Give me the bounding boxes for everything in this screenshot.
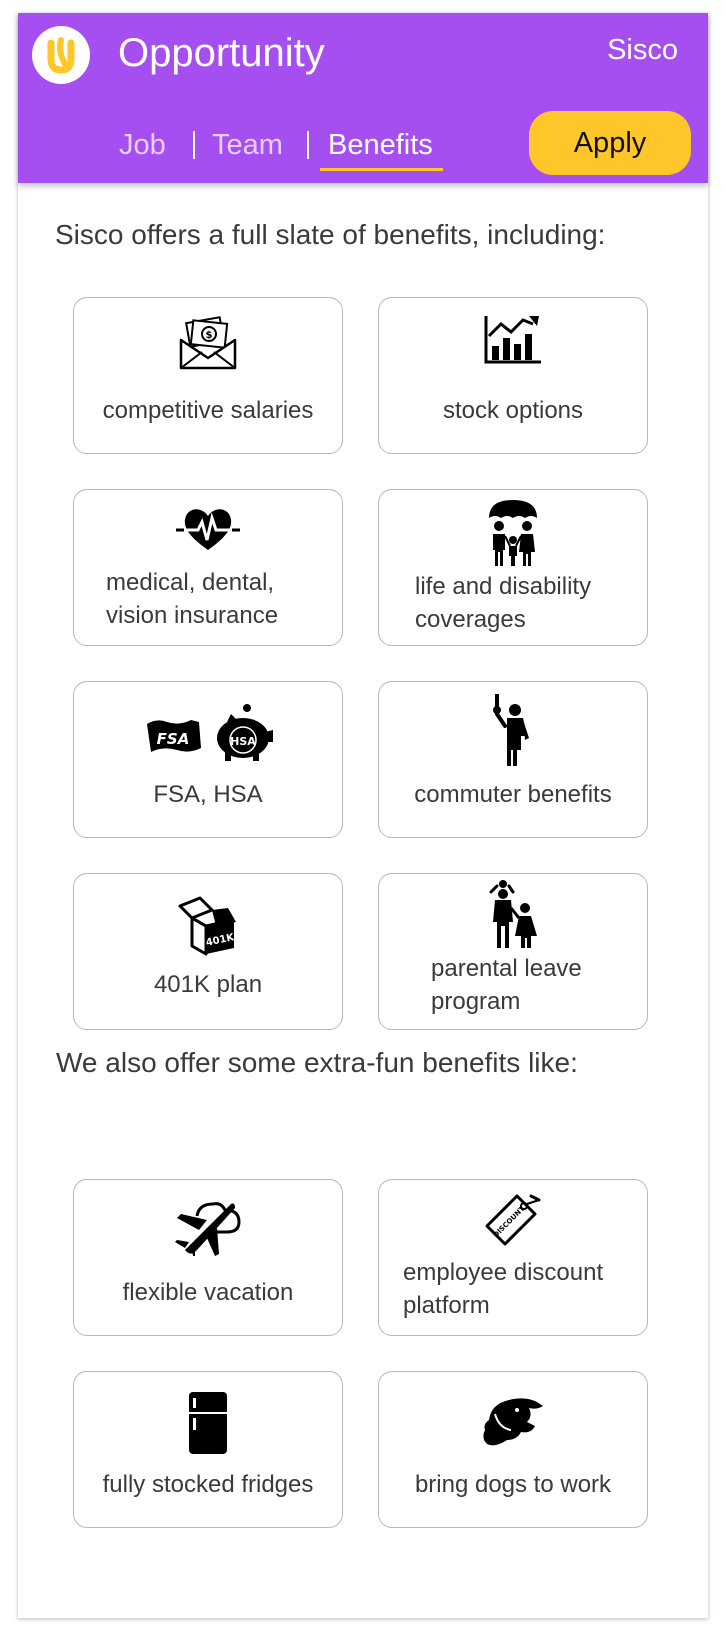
benefit-label: commuter benefits	[414, 781, 612, 808]
app-title: Opportunity	[118, 31, 325, 75]
benefit-card-stock: stock options	[378, 297, 648, 454]
benefit-card-medical: medical, dental, vision insurance	[73, 489, 343, 646]
svg-text:$: $	[206, 330, 213, 341]
tab-divider	[307, 131, 309, 159]
benefit-card-parental: parental leave program	[378, 873, 648, 1030]
fsa-badge-text: FSA	[157, 730, 190, 748]
tab-benefits[interactable]: Benefits	[320, 125, 443, 171]
box-401k-icon: 401K	[74, 896, 342, 966]
fridge-icon	[74, 1390, 342, 1460]
extra-card-discount: DISCOUNT employee discount platform	[378, 1179, 648, 1336]
benefit-label: fully stocked fridges	[102, 1471, 314, 1498]
heartbeat-icon	[74, 504, 342, 574]
extra-card-vacation: flexible vacation	[73, 1179, 343, 1336]
benefit-label: life and disability coverages	[415, 573, 592, 633]
dog-icon	[379, 1394, 647, 1464]
benefit-card-life: life and disability coverages	[378, 489, 648, 646]
benefit-label: bring dogs to work	[414, 1471, 612, 1498]
benefits-page: Opportunity Sisco Job Team Benefits Appl…	[18, 13, 708, 1618]
tab-divider	[193, 131, 195, 159]
apply-button[interactable]: Apply	[529, 111, 691, 175]
extras-heading: We also offer some extra-fun benefits li…	[56, 1047, 578, 1078]
u-logo-icon[interactable]	[32, 26, 90, 84]
parent-child-icon	[379, 878, 647, 948]
benefit-label: 401K plan	[153, 971, 263, 998]
fsa-hsa-icon: FSA HSA	[74, 702, 342, 772]
header-bar: Opportunity Sisco Job Team Benefits Appl…	[18, 13, 708, 183]
hsa-badge-text: HSA	[230, 735, 256, 748]
benefit-label: competitive salaries	[102, 397, 314, 424]
benefit-label: flexible vacation	[122, 1279, 294, 1306]
tab-job[interactable]: Job	[119, 125, 166, 165]
tab-bar: Job Team Benefits	[18, 125, 538, 171]
extra-card-fridges: fully stocked fridges	[73, 1371, 343, 1528]
family-umbrella-icon	[379, 496, 647, 566]
benefit-label: stock options	[442, 397, 584, 424]
benefits-heading: Sisco offers a full slate of benefits, i…	[55, 219, 606, 250]
company-name: Sisco	[607, 34, 678, 66]
benefit-label: employee discount platform	[403, 1259, 604, 1319]
benefit-card-fsa-hsa: FSA HSA FSA, HSA	[73, 681, 343, 838]
commuter-icon	[379, 692, 647, 766]
extra-card-dogs: bring dogs to work	[378, 1371, 648, 1528]
discount-tag-icon: DISCOUNT	[379, 1194, 647, 1264]
benefit-label: medical, dental, vision insurance	[106, 569, 279, 629]
benefit-card-401k: 401K 401K plan	[73, 873, 343, 1030]
benefit-card-commuter: commuter benefits	[378, 681, 648, 838]
tab-team[interactable]: Team	[212, 125, 283, 165]
airplane-icon	[74, 1198, 342, 1268]
benefit-label: FSA, HSA	[153, 781, 263, 808]
benefit-card-salaries: $ competitive salaries	[73, 297, 343, 454]
money-envelope-icon: $	[74, 312, 342, 382]
benefit-label: parental leave program	[431, 955, 582, 1015]
stock-chart-icon	[379, 312, 647, 382]
